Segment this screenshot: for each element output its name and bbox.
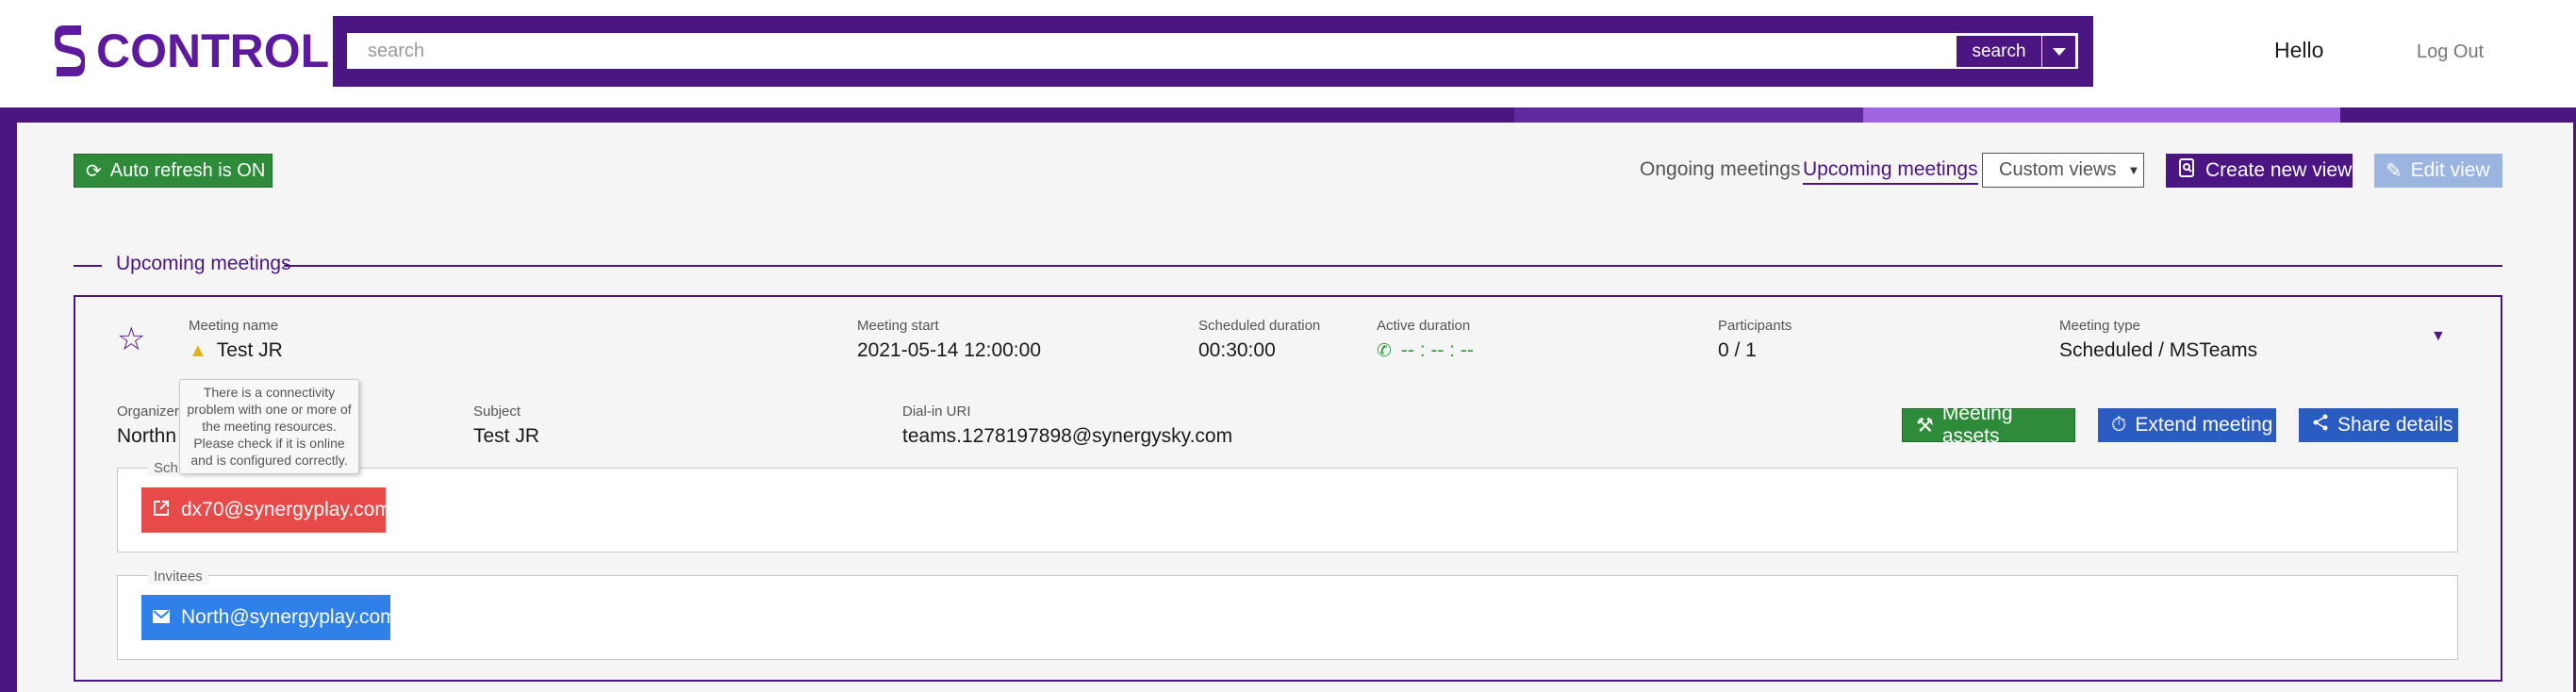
section-divider — [74, 265, 102, 267]
tooltip-line: and is configured correctly. — [190, 453, 348, 468]
synergy-s-logo-icon — [55, 25, 85, 76]
band-accent-light — [1863, 107, 2340, 123]
share-details-label: Share details — [2337, 414, 2453, 436]
band-accent — [1514, 107, 1863, 123]
custom-views-label: Custom views — [1999, 159, 2117, 180]
scheduled-duration-value: 00:30:00 — [1198, 339, 1276, 361]
meeting-start-value: 2021-05-14 12:00:00 — [857, 339, 1041, 361]
share-icon — [2312, 414, 2329, 437]
section-divider — [284, 265, 2502, 267]
edit-view-button[interactable]: ✎ Edit view — [2374, 154, 2502, 188]
tab-ongoing-meetings[interactable]: Ongoing meetings — [1640, 158, 1800, 181]
section-title: Upcoming meetings — [116, 253, 291, 274]
custom-views-dropdown[interactable]: Custom views ▼ — [1982, 153, 2144, 188]
meeting-start-label: Meeting start — [857, 318, 939, 334]
organizer-label: Organizer — [117, 404, 179, 420]
participants-label: Participants — [1718, 318, 1792, 334]
share-details-button[interactable]: Share details — [2299, 408, 2458, 442]
favorite-star-icon[interactable]: ☆ — [117, 321, 145, 358]
search-bar: search — [333, 16, 2093, 87]
invitees-legend: Invitees — [148, 568, 208, 585]
meeting-name-label: Meeting name — [189, 318, 279, 334]
tab-upcoming-meetings[interactable]: Upcoming meetings — [1803, 158, 1978, 185]
pencil-icon: ✎ — [2386, 159, 2403, 182]
dial-in-value: teams.1278197898@synergysky.com — [902, 425, 1233, 447]
tooltip-line: problem with one or more of — [187, 402, 352, 417]
subject-value: Test JR — [473, 425, 540, 447]
phone-icon: ✆ — [1377, 340, 1392, 361]
participants-value: 0 / 1 — [1718, 339, 1757, 361]
organizer-email: dx70@synergyplay.com — [181, 499, 391, 520]
auto-refresh-label: Auto refresh is ON — [109, 159, 266, 181]
caret-down-icon: ▼ — [2127, 163, 2140, 177]
scheduled-duration-label: Scheduled duration — [1198, 318, 1321, 334]
caret-down-icon — [2052, 47, 2066, 56]
search-dropdown-button[interactable] — [2042, 36, 2075, 67]
meeting-type-label: Meeting type — [2059, 318, 2140, 334]
meeting-name-value: Test JR — [216, 339, 283, 361]
active-duration-value: -- : -- : -- — [1400, 339, 1474, 361]
greeting-text: Hello — [2274, 38, 2324, 62]
organizer-value: Northn — [117, 425, 177, 447]
edit-view-label: Edit view — [2410, 159, 2490, 181]
logo-text: CONTROL — [96, 25, 330, 77]
search-button[interactable]: search — [1957, 36, 2041, 67]
tooltip-line: Please check if it is online — [193, 436, 345, 451]
assets-icon: ⚒ — [1916, 414, 1934, 437]
expand-chevron-icon[interactable]: ▼ — [2431, 328, 2446, 345]
create-new-view-label: Create new view — [2205, 159, 2353, 181]
scheduled-by-group — [117, 468, 2458, 552]
connectivity-warning-tooltip: There is a connectivity problem with one… — [179, 379, 359, 474]
extend-meeting-label: Extend meeting — [2135, 414, 2273, 436]
meeting-type-value: Scheduled / MSTeams — [2059, 339, 2258, 361]
active-duration-label: Active duration — [1377, 318, 1471, 334]
search-document-icon — [2179, 158, 2196, 183]
refresh-icon: ⟳ — [86, 160, 102, 182]
logout-link[interactable]: Log Out — [2417, 41, 2484, 63]
subject-label: Subject — [473, 404, 521, 420]
invitee-email: North@synergyplay.com — [181, 606, 397, 628]
top-header: CONTROL search Hello Log Out — [0, 0, 2576, 107]
active-duration: ✆ -- : -- : -- — [1377, 339, 1474, 362]
extend-meeting-button[interactable]: ⏱ Extend meeting — [2098, 408, 2276, 442]
organizer-resource-chip[interactable]: dx70@synergyplay.com — [141, 487, 391, 533]
tooltip-line: There is a connectivity — [203, 385, 336, 400]
envelope-icon — [153, 608, 170, 628]
invitee-chip[interactable]: North@synergyplay.com — [141, 595, 397, 640]
auto-refresh-button[interactable]: ⟳ Auto refresh is ON — [74, 154, 272, 188]
create-new-view-button[interactable]: Create new view — [2166, 154, 2353, 188]
tooltip-line: the meeting resources. — [202, 419, 337, 434]
dial-in-label: Dial-in URI — [902, 404, 971, 420]
app-logo[interactable]: CONTROL — [53, 21, 329, 81]
meeting-assets-button[interactable]: ⚒ Meeting assets — [1902, 403, 2075, 447]
meeting-name: ▲ Test JR — [189, 339, 283, 362]
search-input[interactable] — [347, 33, 2078, 69]
warning-icon[interactable]: ▲ — [189, 340, 207, 362]
timer-icon: ⏱ — [2111, 414, 2127, 436]
external-link-icon — [153, 500, 170, 521]
invitees-group — [117, 575, 2458, 660]
meeting-assets-label: Meeting assets — [1941, 403, 2013, 447]
